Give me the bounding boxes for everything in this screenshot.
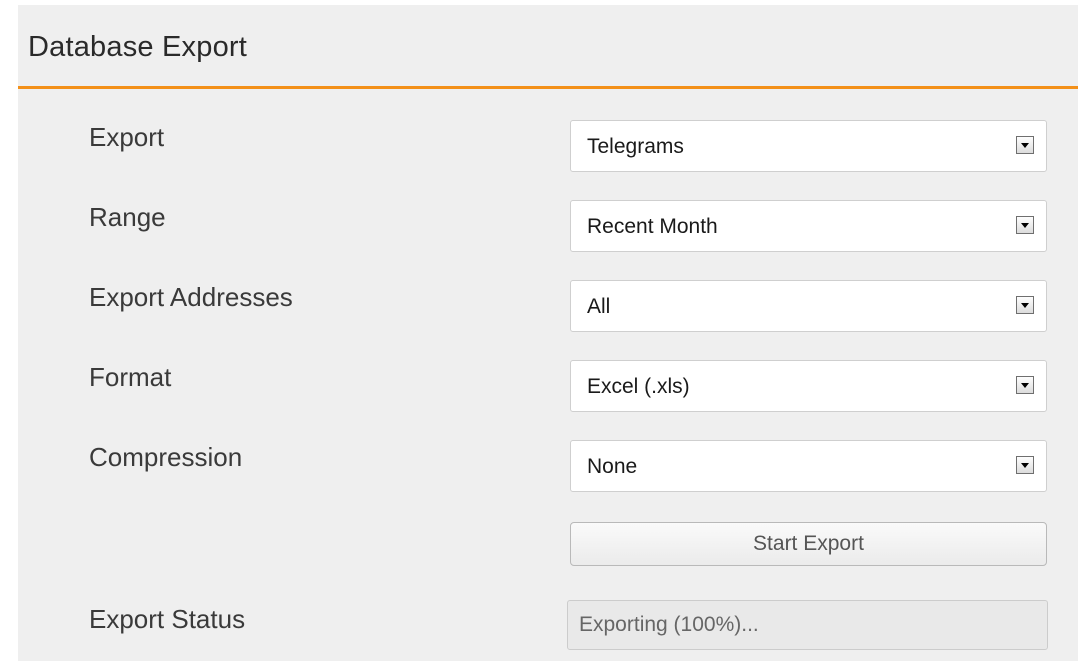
chevron-down-icon[interactable] bbox=[1016, 456, 1034, 474]
chevron-down-icon[interactable] bbox=[1016, 136, 1034, 154]
export-addresses-label: Export Addresses bbox=[89, 282, 293, 312]
chevron-down-icon[interactable] bbox=[1016, 296, 1034, 314]
compression-select-value: None bbox=[587, 455, 638, 478]
compression-label: Compression bbox=[89, 442, 243, 472]
range-label: Range bbox=[89, 202, 166, 232]
export-status-label: Export Status bbox=[89, 604, 246, 634]
database-export-panel: Database Export Export Telegrams Range R… bbox=[18, 5, 1078, 661]
chevron-down-icon[interactable] bbox=[1016, 216, 1034, 234]
title-divider bbox=[18, 86, 1078, 89]
range-select[interactable]: Recent Month bbox=[570, 200, 1047, 252]
export-status-field[interactable] bbox=[567, 600, 1048, 650]
export-select-value: Telegrams bbox=[587, 135, 684, 158]
export-select[interactable]: Telegrams bbox=[570, 120, 1047, 172]
export-addresses-select[interactable]: All bbox=[570, 280, 1047, 332]
compression-select[interactable]: None bbox=[570, 440, 1047, 492]
format-select-value: Excel (.xls) bbox=[587, 375, 690, 398]
format-select[interactable]: Excel (.xls) bbox=[570, 360, 1047, 412]
panel-title: Database Export bbox=[28, 31, 248, 63]
chevron-down-icon[interactable] bbox=[1016, 376, 1034, 394]
start-export-button[interactable]: Start Export bbox=[570, 522, 1047, 566]
export-addresses-select-value: All bbox=[587, 295, 611, 318]
export-label: Export bbox=[89, 122, 165, 152]
range-select-value: Recent Month bbox=[587, 215, 718, 238]
format-label: Format bbox=[89, 362, 172, 392]
